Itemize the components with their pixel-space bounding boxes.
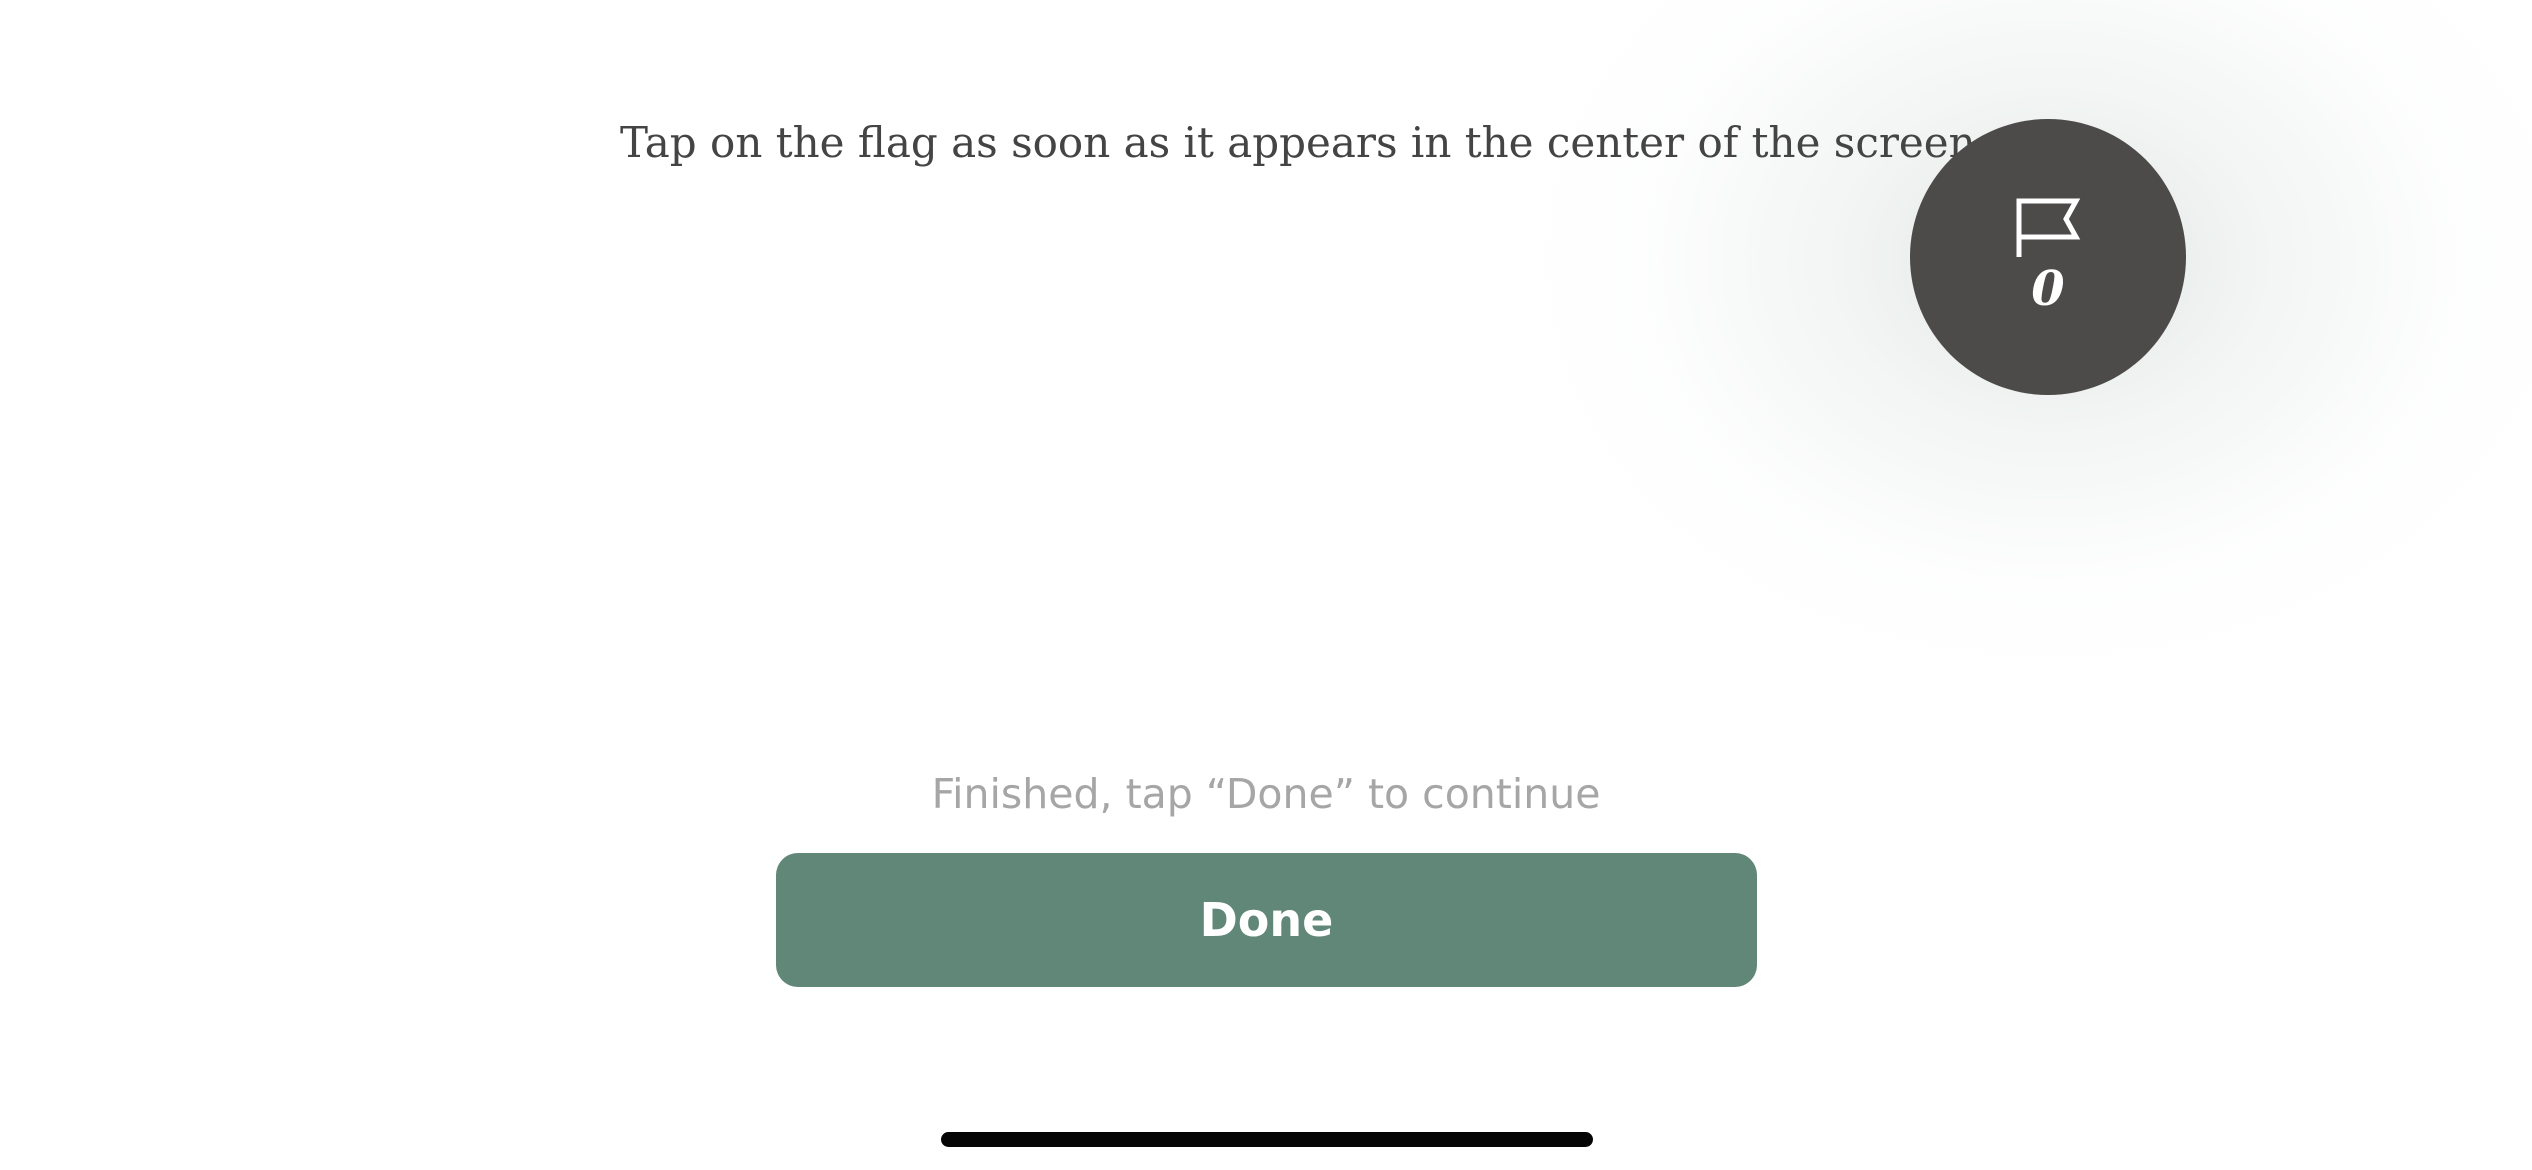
done-button-label: Done <box>1199 893 1334 947</box>
done-button[interactable]: Done <box>776 853 1757 987</box>
instruction-text: Tap on the flag as soon as it appears in… <box>620 118 1990 167</box>
status-text: Finished, tap “Done” to continue <box>931 770 1601 818</box>
flag-counter[interactable]: 0 <box>1910 119 2186 395</box>
flag-icon <box>2016 198 2081 257</box>
home-indicator[interactable] <box>941 1132 1593 1147</box>
flag-count: 0 <box>2031 261 2065 317</box>
flag-task-screen: Tap on the flag as soon as it appears in… <box>0 0 2532 1170</box>
